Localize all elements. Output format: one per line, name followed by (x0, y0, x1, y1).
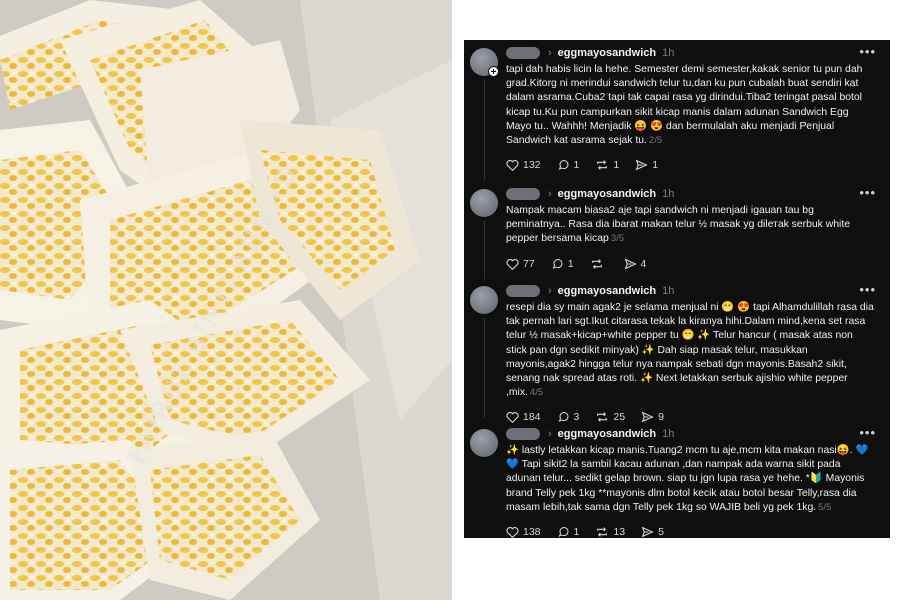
post-text: tapi dah habis licin la hehe. Semester d… (506, 64, 863, 147)
post-body: tapi dah habis licin la hehe. Semester d… (506, 63, 880, 148)
send-icon (635, 159, 648, 171)
share-button[interactable]: 4 (624, 257, 647, 270)
heart-icon (506, 258, 519, 270)
post-actions: 138 1 13 5 (506, 521, 880, 543)
thread-post: + › eggmayosandwich 1h ••• tapi dah habi… (470, 44, 880, 185)
thread-post: › eggmayosandwich 1h ••• Nampak macam bi… (470, 185, 880, 282)
avatar[interactable] (470, 286, 498, 314)
reply-count: 3 (573, 411, 580, 424)
reply-button[interactable]: 1 (551, 258, 574, 270)
repost-count: 13 (613, 526, 626, 539)
post-text: ✨ lastly letakkan kicap manis.Tuang2 mcm… (506, 445, 869, 513)
avatar[interactable] (470, 189, 498, 217)
thread-connector-line (484, 80, 485, 180)
repost-button[interactable]: 1 (595, 159, 619, 171)
reply-button[interactable]: 3 (557, 411, 580, 424)
more-options-icon[interactable]: ••• (859, 44, 876, 59)
share-count: 9 (658, 411, 664, 424)
repost-icon (597, 160, 608, 170)
like-count: 132 (523, 159, 541, 172)
chevron-right-icon: › (548, 188, 552, 200)
reply-button[interactable]: 1 (557, 159, 580, 172)
post-username[interactable]: eggmayosandwich (558, 285, 656, 297)
reply-count: 1 (567, 257, 574, 270)
repost-button[interactable]: 13 (595, 526, 625, 538)
reply-count: 1 (573, 526, 580, 539)
share-button[interactable]: 5 (641, 526, 664, 538)
blurred-username (506, 188, 540, 200)
post-time: 1h (662, 47, 675, 59)
post-username[interactable]: eggmayosandwich (558, 47, 656, 59)
share-button[interactable]: 1 (635, 159, 658, 171)
chevron-right-icon: › (548, 47, 552, 59)
comment-icon (552, 258, 563, 269)
blurred-username (506, 47, 540, 59)
repost-count: 1 (613, 159, 620, 172)
repost-button[interactable] (590, 258, 608, 270)
thread-page-indicator: 4/5 (529, 387, 544, 399)
post-body: resepi dia sy main agak2 je selama menju… (506, 301, 880, 400)
more-options-icon[interactable]: ••• (859, 425, 876, 440)
sandwich-photo: FAIRUZ BINTI AHMAD (0, 0, 452, 600)
avatar[interactable] (470, 429, 498, 457)
chevron-right-icon: › (548, 285, 552, 297)
share-count: 5 (658, 526, 664, 539)
comment-icon (558, 527, 568, 537)
heart-icon (506, 412, 519, 424)
post-time: 1h (662, 428, 675, 440)
post-time: 1h (662, 285, 675, 297)
post-username[interactable]: eggmayosandwich (558, 428, 656, 440)
like-count: 184 (523, 411, 541, 424)
share-button[interactable]: 9 (641, 411, 664, 423)
thread-page-indicator: 3/5 (610, 233, 625, 245)
threads-screenshot: + › eggmayosandwich 1h ••• tapi dah habi… (464, 40, 890, 539)
send-icon (641, 412, 654, 423)
like-count: 77 (523, 257, 535, 270)
like-count: 138 (523, 526, 541, 539)
repost-icon (597, 412, 608, 423)
reply-count: 1 (573, 159, 580, 172)
post-username[interactable]: eggmayosandwich (558, 188, 656, 200)
repost-count: 25 (613, 411, 626, 424)
post-header: › eggmayosandwich 1h ••• (506, 425, 880, 443)
post-header: › eggmayosandwich 1h ••• (506, 185, 880, 203)
comment-icon (558, 412, 568, 423)
post-text: resepi dia sy main agak2 je selama menju… (506, 302, 874, 399)
more-options-icon[interactable]: ••• (859, 185, 876, 200)
like-button[interactable]: 77 (506, 258, 535, 270)
post-header: › eggmayosandwich 1h ••• (506, 282, 880, 300)
share-count: 4 (640, 257, 647, 270)
reply-button[interactable]: 1 (557, 526, 580, 539)
heart-icon (506, 160, 519, 172)
repost-icon (597, 527, 608, 537)
thread-page-indicator: 2/5 (648, 135, 663, 147)
thread-post: › eggmayosandwich 1h ••• ✨ lastly letakk… (470, 425, 880, 539)
thread-connector-line (484, 318, 485, 418)
post-actions: 77 1 4 (506, 253, 880, 275)
post-header: › eggmayosandwich 1h ••• (506, 44, 880, 62)
repost-button[interactable]: 25 (595, 411, 625, 423)
post-time: 1h (662, 188, 675, 200)
heart-icon (506, 527, 519, 539)
repost-icon (591, 258, 602, 269)
like-button[interactable]: 184 (506, 411, 541, 424)
share-count: 1 (652, 159, 659, 172)
thread-connector-line (484, 221, 485, 279)
like-button[interactable]: 138 (506, 526, 541, 539)
post-actions: 132 1 1 1 (506, 154, 880, 176)
thread-page-indicator: 5/5 (818, 501, 832, 513)
thread-post: › eggmayosandwich 1h ••• resepi dia sy m… (470, 282, 880, 425)
blurred-username (506, 285, 540, 297)
more-options-icon[interactable]: ••• (859, 282, 876, 297)
like-button[interactable]: 132 (506, 159, 541, 172)
post-body: ✨ lastly letakkan kicap manis.Tuang2 mcm… (506, 444, 880, 515)
follow-plus-icon[interactable]: + (488, 66, 499, 78)
post-text: Nampak macam biasa2 aje tapi sandwich ni… (506, 205, 851, 245)
send-icon (624, 258, 637, 269)
send-icon (641, 526, 654, 538)
post-body: Nampak macam biasa2 aje tapi sandwich ni… (506, 204, 880, 247)
blurred-username (506, 428, 540, 440)
comment-icon (558, 160, 568, 171)
chevron-right-icon: › (548, 428, 552, 440)
